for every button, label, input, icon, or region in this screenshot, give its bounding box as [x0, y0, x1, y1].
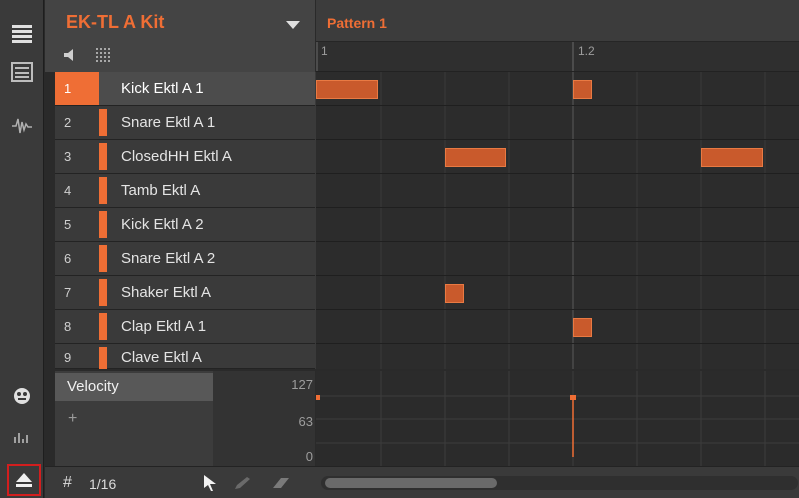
sound-slot[interactable]: 7 Shaker Ektl A	[55, 276, 315, 310]
sound-name: Kick Ektl A 1	[121, 80, 204, 97]
sound-number: 4	[64, 183, 72, 198]
sound-color-strip	[99, 245, 107, 272]
sound-number: 6	[64, 251, 72, 266]
eraser-tool-icon[interactable]	[271, 476, 291, 490]
sound-name: Kick Ektl A 2	[121, 216, 204, 233]
sound-name: ClosedHH Ektl A	[121, 148, 232, 165]
sound-number: 2	[64, 115, 72, 130]
note-event[interactable]	[445, 148, 506, 167]
eject-button[interactable]	[7, 464, 41, 496]
sound-color-strip	[99, 313, 107, 340]
sound-name: Snare Ektl A 2	[121, 250, 216, 267]
sound-number: 9	[64, 350, 72, 365]
eject-icon	[16, 473, 32, 487]
pattern-name[interactable]: Pattern 1	[327, 15, 387, 31]
sound-name: Clap Ektl A 1	[121, 318, 207, 335]
note-event[interactable]	[701, 148, 763, 167]
pencil-tool-icon[interactable]	[233, 476, 251, 490]
timeline-marker: 1	[321, 44, 328, 58]
modulation-icon[interactable]	[8, 384, 36, 408]
sound-color-strip	[99, 109, 107, 136]
kit-name[interactable]: EK-TL A Kit	[66, 12, 164, 33]
sound-number: 1	[55, 72, 99, 105]
velocity-lane[interactable]	[316, 371, 799, 466]
arrange-view-icon[interactable]	[8, 22, 36, 46]
pattern-header	[316, 0, 799, 42]
velocity-lane-grid	[316, 371, 799, 466]
sound-slot[interactable]: 3 ClosedHH Ektl A	[55, 140, 315, 174]
step-grid-lines	[316, 72, 799, 369]
sound-color-strip	[99, 177, 107, 204]
sound-slot[interactable]: 8 Clap Ektl A 1	[55, 310, 315, 344]
sound-color-strip	[99, 347, 107, 369]
mixer-view-icon[interactable]	[8, 60, 36, 84]
sound-color-strip	[99, 279, 107, 306]
sound-number: 3	[64, 149, 72, 164]
step-size[interactable]: 1/16	[89, 476, 116, 492]
pad-grid-icon[interactable]	[95, 47, 111, 63]
timeline-ruler[interactable]	[316, 42, 799, 72]
sound-slot[interactable]: 1 Kick Ektl A 1	[55, 72, 315, 106]
velocity-label[interactable]: Velocity	[55, 373, 213, 401]
sound-name: Snare Ektl A 1	[121, 114, 216, 131]
sound-number: 8	[64, 319, 72, 334]
scale-max: 127	[291, 377, 313, 392]
timeline-grid	[316, 42, 799, 72]
scrollbar-thumb[interactable]	[325, 478, 497, 488]
note-event[interactable]	[316, 80, 378, 99]
note-event[interactable]	[445, 284, 464, 303]
sound-color-strip	[99, 143, 107, 170]
sound-slot[interactable]: 2 Snare Ektl A 1	[55, 106, 315, 140]
scale-mid: 63	[298, 414, 313, 429]
chevron-down-icon[interactable]	[285, 20, 301, 30]
sound-color-strip	[99, 211, 107, 238]
velocity-scale: 127 63 0	[213, 371, 315, 466]
select-tool-icon[interactable]	[203, 474, 217, 492]
sample-editor-icon[interactable]	[8, 114, 36, 138]
sound-slot[interactable]: 6 Snare Ektl A 2	[55, 242, 315, 276]
sound-number: 5	[64, 217, 72, 232]
sound-name: Tamb Ektl A	[121, 182, 201, 199]
timeline-marker: 1.2	[578, 44, 595, 58]
sound-slot[interactable]: 9 Clave Ektl A	[55, 344, 315, 369]
scale-min: 0	[305, 449, 313, 464]
group-header	[45, 0, 315, 72]
add-modulation-button[interactable]: +	[68, 410, 77, 428]
note-event[interactable]	[573, 318, 592, 337]
sound-slot[interactable]: 4 Tamb Ektl A	[55, 174, 315, 208]
sound-name: Shaker Ektl A	[121, 284, 212, 301]
sound-name: Clave Ektl A	[121, 349, 202, 366]
sound-slot[interactable]: 5 Kick Ektl A 2	[55, 208, 315, 242]
speaker-icon[interactable]	[63, 48, 77, 62]
step-grid[interactable]	[316, 72, 799, 369]
note-event[interactable]	[573, 80, 592, 99]
sound-number: 7	[64, 285, 72, 300]
step-grid-icon[interactable]: #	[63, 474, 72, 492]
controller-lane-icon[interactable]	[8, 424, 36, 448]
